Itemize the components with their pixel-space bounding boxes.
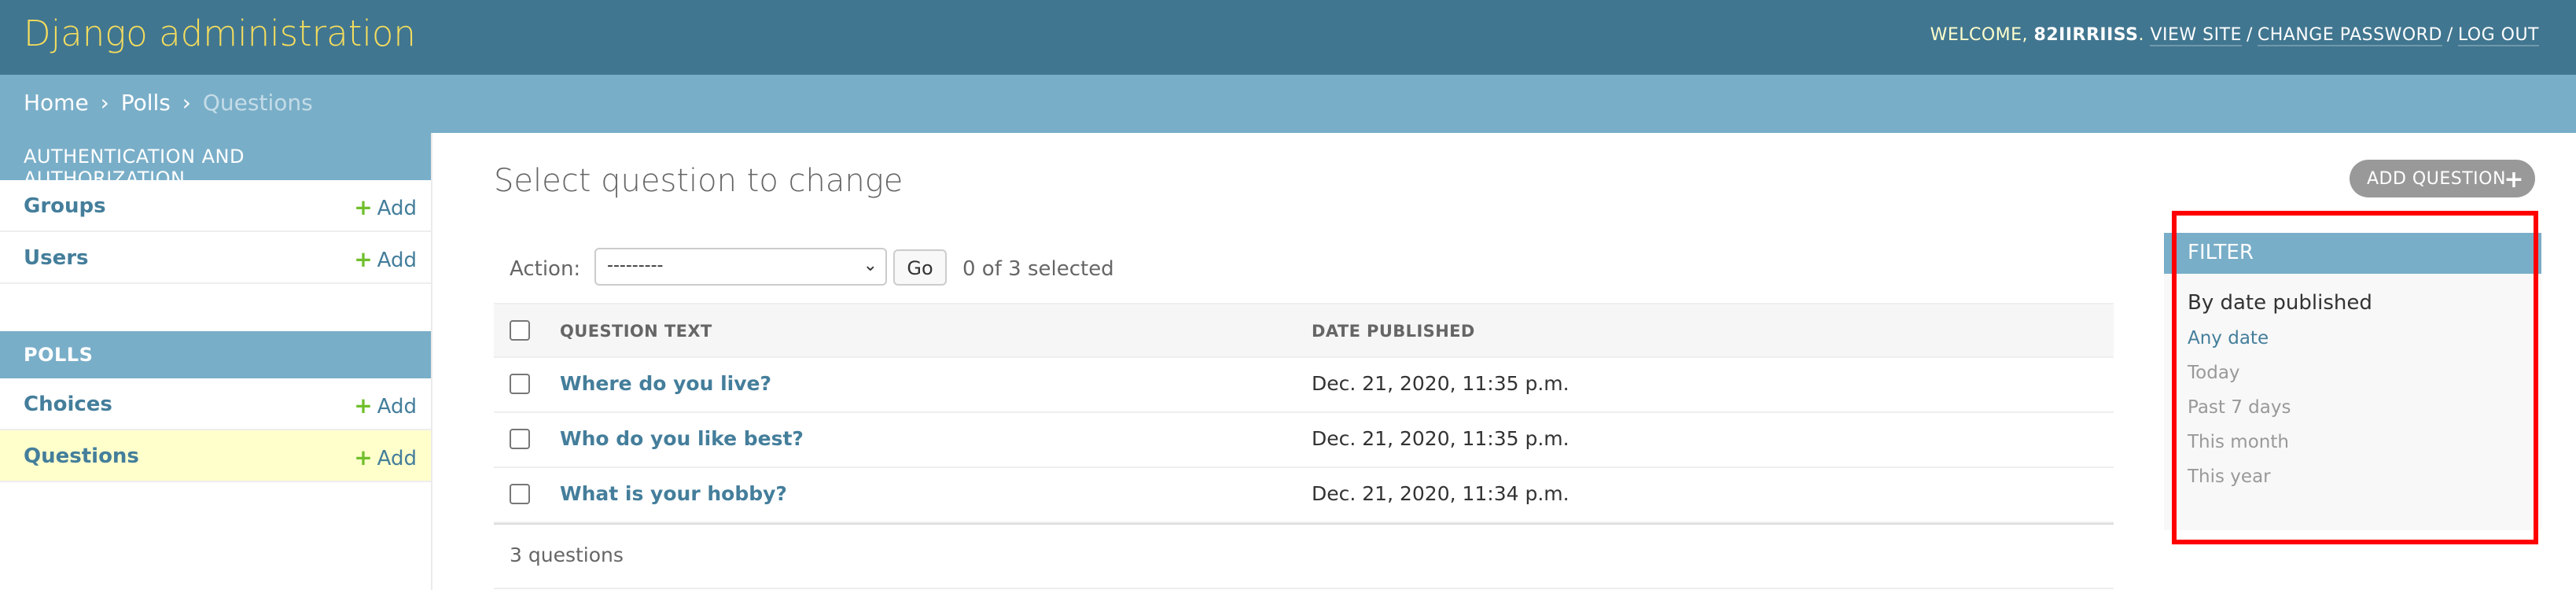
result-list: QUESTION TEXT DATE PUBLISHED Where do yo… [494,303,2114,589]
actions-bar: Action: --------- ⌄ Go 0 of 3 selected [494,248,2114,287]
selected-count: 0 of 3 selected [962,257,1114,281]
add-label: Add [377,447,417,470]
row-checkbox[interactable] [510,484,530,504]
breadcrumb-home[interactable]: Home [24,90,89,116]
breadcrumb-polls[interactable]: Polls [121,90,171,116]
highlight-box [2172,211,2538,544]
question-link[interactable]: Where do you live? [560,372,771,395]
period: . [2138,25,2151,45]
header-date-published[interactable]: DATE PUBLISHED [1312,322,1475,341]
sidebar-item-questions: Questions + Add [0,430,431,482]
username: 82IIRRIISS [2033,25,2139,45]
log-out-link[interactable]: LOG OUT [2457,25,2539,46]
choices-link[interactable]: Choices [24,393,112,416]
header-question-text[interactable]: QUESTION TEXT [560,322,712,341]
action-select[interactable]: --------- ⌄ [594,248,887,286]
question-link[interactable]: Who do you like best? [560,427,804,450]
app-caption-auth[interactable]: AUTHENTICATION AND AUTHORIZATION [0,133,431,190]
add-question-button[interactable]: ADD QUESTION + [2350,160,2535,197]
users-link[interactable]: Users [24,246,89,270]
view-site-link[interactable]: VIEW SITE [2150,25,2242,46]
change-password-link[interactable]: CHANGE PASSWORD [2257,25,2442,46]
questions-link[interactable]: Questions [24,444,139,468]
select-all-checkbox[interactable] [510,320,530,341]
go-button[interactable]: Go [893,249,947,286]
app-caption-polls[interactable]: POLLS [0,331,431,378]
chevron-down-icon: ⌄ [863,256,878,275]
page-title: Select question to change [494,163,903,199]
breadcrumb-separator: › [100,90,109,116]
add-label: Add [377,197,417,220]
questions-add-link[interactable]: + Add [354,444,417,470]
breadcrumb-separator: › [182,90,191,116]
breadcrumb: Home › Polls › Questions [0,75,2576,133]
action-label: Action: [510,257,581,281]
table-row: What is your hobby? Dec. 21, 2020, 11:34… [494,468,2114,523]
add-question-label: ADD QUESTION [2367,169,2506,189]
add-label: Add [377,395,417,419]
question-link[interactable]: What is your hobby? [560,482,787,505]
sidebar-item-groups: Groups + Add [0,180,431,232]
row-checkbox[interactable] [510,429,530,449]
action-select-value: --------- [607,256,664,275]
plus-icon: + [354,444,373,470]
plus-icon: + [354,194,373,220]
groups-link[interactable]: Groups [24,194,106,218]
separator: / [2446,25,2453,45]
paginator: 3 questions [494,523,2114,589]
table-row: Who do you like best? Dec. 21, 2020, 11:… [494,413,2114,468]
separator: / [2246,25,2253,45]
date-published: Dec. 21, 2020, 11:34 p.m. [1312,482,1570,505]
date-published: Dec. 21, 2020, 11:35 p.m. [1312,427,1570,450]
choices-add-link[interactable]: + Add [354,393,417,419]
sidebar-item-users: Users + Add [0,232,431,284]
add-label: Add [377,249,417,272]
row-checkbox[interactable] [510,374,530,394]
groups-add-link[interactable]: + Add [354,194,417,220]
sidebar-item-choices: Choices + Add [0,378,431,430]
user-tools: WELCOME, 82IIRRIISS. VIEW SITE / CHANGE PA… [1930,25,2539,46]
site-branding[interactable]: Django administration [24,13,416,54]
breadcrumb-current: Questions [202,90,313,116]
plus-circle-icon: + [2504,166,2524,194]
plus-icon: + [354,393,373,419]
welcome-text: WELCOME, [1930,25,2034,45]
table-row: Where do you live? Dec. 21, 2020, 11:35 … [494,358,2114,413]
date-published: Dec. 21, 2020, 11:35 p.m. [1312,372,1570,395]
table-header: QUESTION TEXT DATE PUBLISHED [494,303,2114,358]
plus-icon: + [354,246,373,272]
header: Django administration WELCOME, 82IIRRIIS… [0,0,2576,75]
nav-sidebar: AUTHENTICATION AND AUTHORIZATION Groups … [0,133,432,590]
users-add-link[interactable]: + Add [354,246,417,272]
